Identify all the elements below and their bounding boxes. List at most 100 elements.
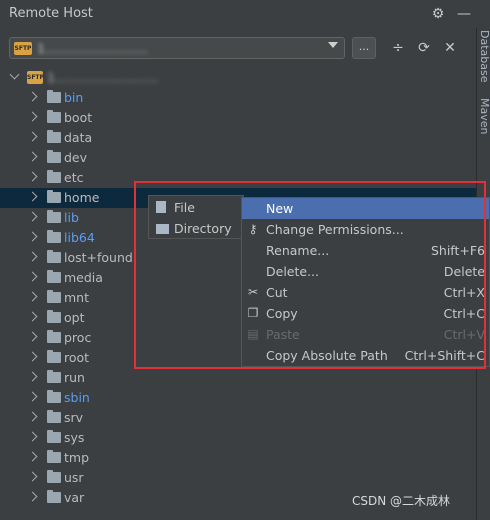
tree-row-label: tmp: [64, 450, 90, 465]
menu-item-cut[interactable]: ✂ Cut Ctrl+X: [242, 282, 489, 303]
tree-row-dev[interactable]: dev: [0, 148, 476, 168]
tree-row-usr[interactable]: usr: [0, 468, 476, 488]
chevron-right-icon[interactable]: [27, 151, 38, 162]
paste-icon: ▤: [247, 327, 259, 341]
context-menu: New ⚷ Change Permissions... Rename... Shift+…: [241, 197, 490, 367]
tree-row-label: data: [64, 130, 93, 145]
sftp-icon: SFTP: [27, 71, 44, 84]
tree-row-label: bin: [64, 90, 84, 105]
tree-row-sys[interactable]: sys: [0, 428, 476, 448]
tree-row-label: srv: [64, 410, 84, 425]
tree-row-boot[interactable]: boot: [0, 108, 476, 128]
chevron-down-icon[interactable]: [9, 69, 20, 80]
chevron-right-icon[interactable]: [27, 171, 38, 182]
tree-row-label: mnt: [64, 290, 89, 305]
menu-item-copy-absolute-path[interactable]: Copy Absolute Path Ctrl+Shift+C: [242, 345, 489, 366]
folder-icon: [47, 450, 61, 463]
minimize-icon[interactable]: —: [456, 6, 472, 22]
tree-root-label: 1..........................: [47, 70, 159, 85]
folder-icon: [47, 470, 61, 483]
tree-row-label: run: [64, 370, 85, 385]
menu-item-new[interactable]: New: [242, 198, 489, 219]
side-tab-database[interactable]: Database: [478, 30, 490, 83]
chevron-right-icon[interactable]: [27, 91, 38, 102]
folder-icon: [47, 430, 61, 443]
chevron-right-icon[interactable]: [27, 491, 38, 502]
folder-icon: [47, 110, 61, 123]
host-select[interactable]: SFTP 1..........................: [9, 37, 345, 59]
gear-icon[interactable]: ⚙: [430, 6, 446, 22]
chevron-right-icon[interactable]: [27, 211, 38, 222]
menu-item-label: New: [266, 201, 294, 216]
folder-icon: [47, 410, 61, 423]
close-icon[interactable]: ✕: [442, 40, 458, 56]
tree-row-label: proc: [64, 330, 92, 345]
folder-icon: [47, 230, 61, 243]
tree-row-label: home: [64, 190, 100, 205]
side-tab-maven[interactable]: Maven: [478, 98, 490, 134]
tree-row-label: var: [64, 490, 85, 505]
new-submenu: File Directory: [148, 195, 244, 239]
tree-row-etc[interactable]: etc: [0, 168, 476, 188]
submenu-item-label: Directory: [174, 221, 232, 236]
tree-row-data[interactable]: data: [0, 128, 476, 148]
folder-icon: [47, 270, 61, 283]
chevron-right-icon[interactable]: [27, 351, 38, 362]
copy-icon: ❐: [247, 306, 259, 320]
collapse-icon[interactable]: ÷: [390, 40, 406, 56]
menu-item-delete[interactable]: Delete... Delete: [242, 261, 489, 282]
chevron-right-icon[interactable]: [27, 411, 38, 422]
chevron-right-icon[interactable]: [27, 251, 38, 262]
host-toolbar: SFTP 1.......................... ... ÷ ⟳…: [0, 34, 476, 64]
more-button[interactable]: ...: [352, 37, 376, 59]
menu-item-label: Copy: [266, 306, 298, 321]
folder-icon: [47, 130, 61, 143]
tree-row-label: usr: [64, 470, 84, 485]
chevron-right-icon[interactable]: [27, 111, 38, 122]
tree-row-tmp[interactable]: tmp: [0, 448, 476, 468]
menu-item-label: Rename...: [266, 243, 330, 258]
key-icon: ⚷: [248, 222, 258, 236]
menu-item-shortcut: Ctrl+V: [443, 327, 485, 342]
folder-icon: [47, 490, 61, 503]
menu-item-shortcut: Delete: [443, 264, 485, 279]
folder-icon: [47, 150, 61, 163]
chevron-down-icon: [328, 42, 338, 48]
menu-item-rename[interactable]: Rename... Shift+F6: [242, 240, 489, 261]
chevron-right-icon[interactable]: [27, 271, 38, 282]
submenu-item-directory[interactable]: Directory: [149, 218, 243, 239]
tree-row-label: opt: [64, 310, 85, 325]
menu-item-label: Delete...: [266, 264, 319, 279]
scissors-icon: ✂: [247, 285, 259, 299]
folder-icon: [47, 390, 61, 403]
menu-item-label: Paste: [266, 327, 300, 342]
chevron-right-icon[interactable]: [27, 291, 38, 302]
submenu-item-file[interactable]: File: [149, 197, 243, 218]
chevron-right-icon[interactable]: [27, 371, 38, 382]
tree-row-run[interactable]: run: [0, 368, 476, 388]
menu-item-copy[interactable]: ❐ Copy Ctrl+C: [242, 303, 489, 324]
tree-row-bin[interactable]: bin: [0, 88, 476, 108]
chevron-right-icon[interactable]: [27, 131, 38, 142]
tree-row-srv[interactable]: srv: [0, 408, 476, 428]
menu-item-change-permissions[interactable]: ⚷ Change Permissions...: [242, 219, 489, 240]
folder-icon: [47, 250, 61, 263]
refresh-icon[interactable]: ⟳: [416, 40, 432, 56]
chevron-right-icon[interactable]: [27, 311, 38, 322]
tree-root-row[interactable]: SFTP 1..........................: [0, 68, 476, 88]
watermark: CSDN @二木成林: [352, 494, 451, 508]
chevron-right-icon[interactable]: [27, 471, 38, 482]
folder-icon: [47, 190, 61, 203]
folder-icon: [47, 370, 61, 383]
chevron-right-icon[interactable]: [27, 431, 38, 442]
chevron-right-icon[interactable]: [27, 191, 38, 202]
chevron-right-icon[interactable]: [27, 231, 38, 242]
folder-icon: [47, 170, 61, 183]
menu-item-label: Change Permissions...: [266, 222, 404, 237]
host-select-value: 1..........................: [37, 41, 149, 56]
tree-row-sbin[interactable]: sbin: [0, 388, 476, 408]
chevron-right-icon[interactable]: [27, 451, 38, 462]
chevron-right-icon[interactable]: [27, 391, 38, 402]
tree-row-label: root: [64, 350, 90, 365]
chevron-right-icon[interactable]: [27, 331, 38, 342]
